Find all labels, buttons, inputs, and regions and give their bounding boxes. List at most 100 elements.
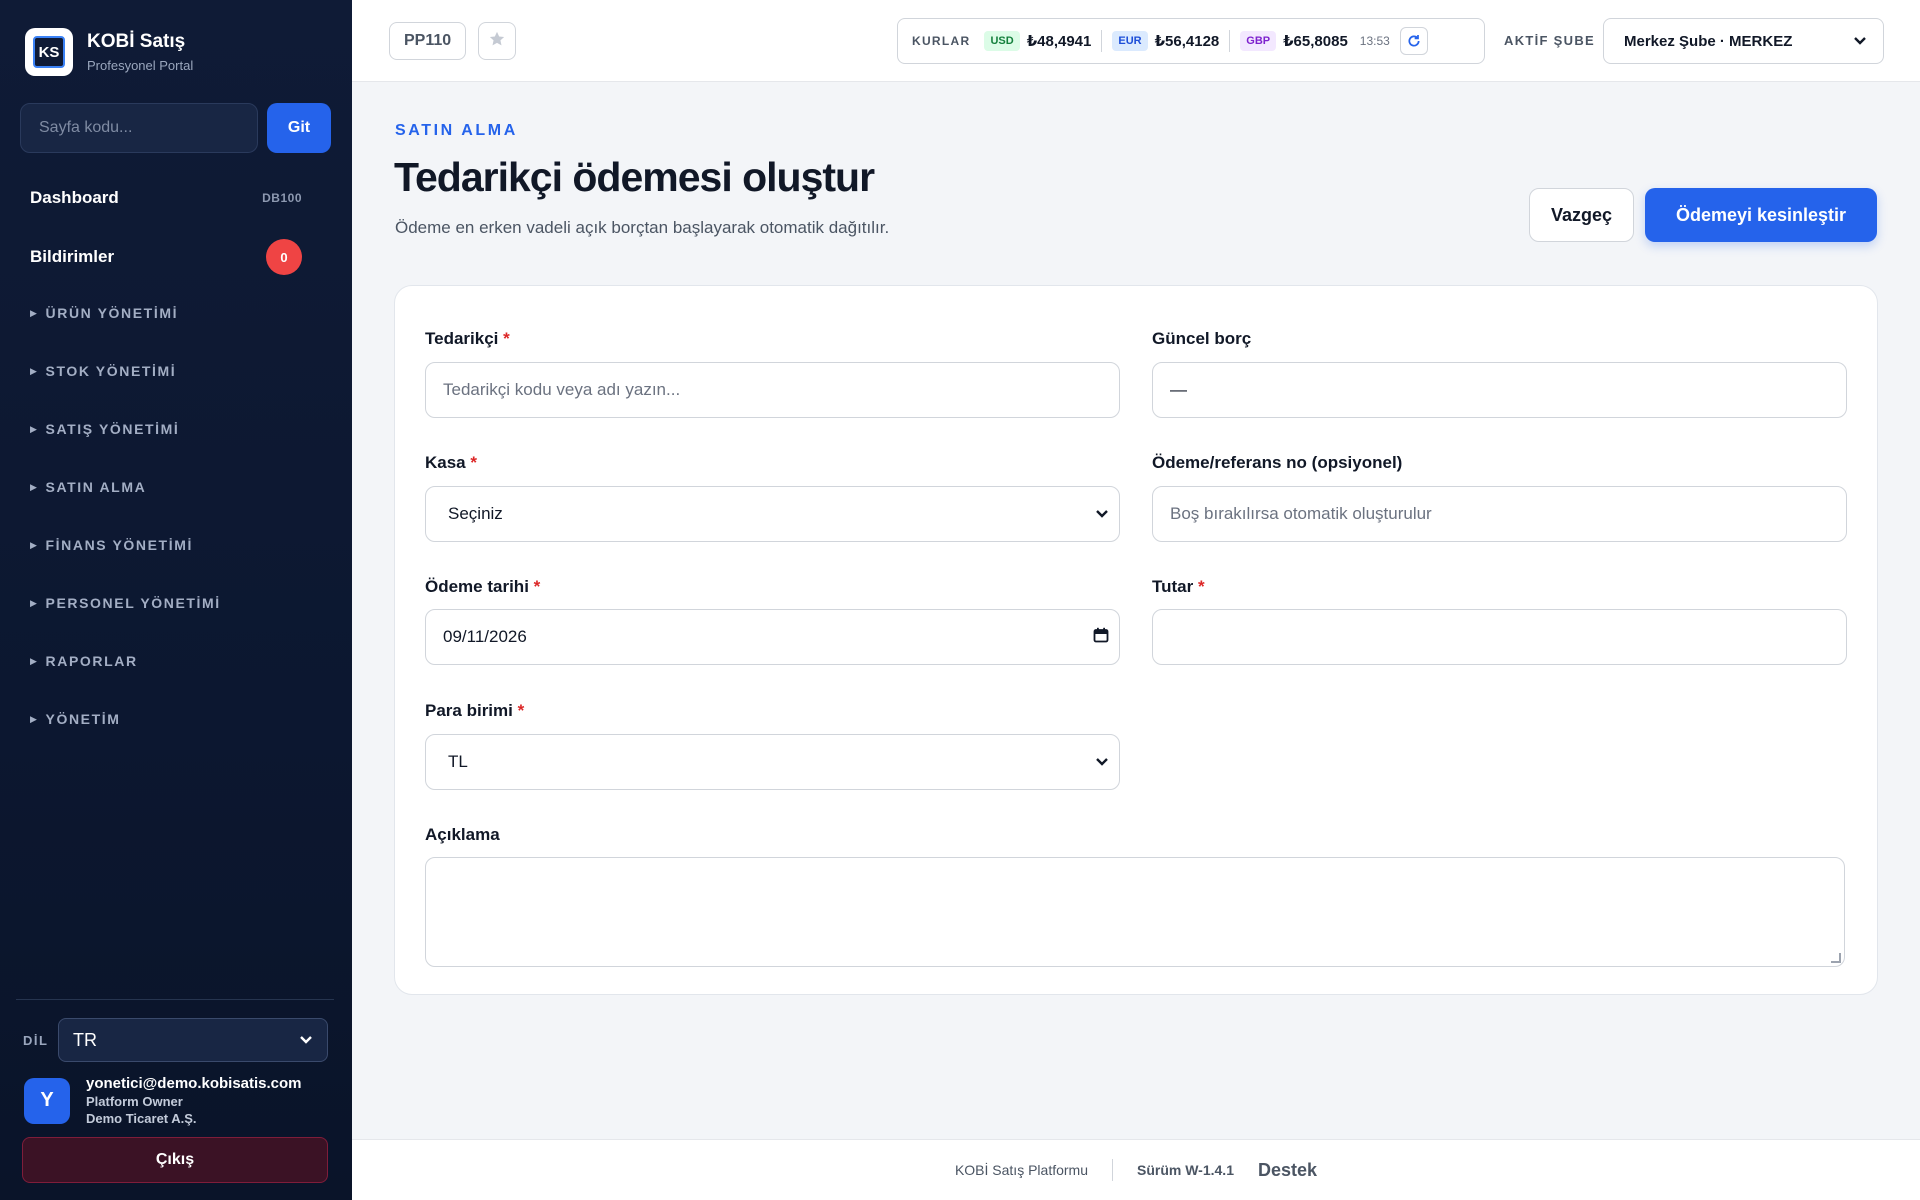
currency-tag-eur: EUR — [1112, 31, 1148, 51]
section-eyebrow: SATIN ALMA — [395, 122, 518, 139]
sidebar-group-label: SATIN ALMA — [45, 479, 147, 495]
sidebar-group-label: SATIŞ YÖNETİMİ — [45, 421, 180, 437]
user-role: Platform Owner — [86, 1094, 183, 1109]
active-branch-select[interactable]: Merkez Şube · MERKEZ — [1603, 18, 1884, 64]
rates-timestamp: 13:53 — [1359, 34, 1390, 48]
sidebar-group-urun-yonetimi[interactable]: ▶ ÜRÜN YÖNETİMİ — [30, 305, 178, 321]
rate-value-gbp: ₺65,8085 — [1283, 33, 1348, 50]
sidebar-group-label: PERSONEL YÖNETİMİ — [45, 595, 221, 611]
sidebar-item-label: Bildirimler — [30, 247, 115, 266]
rate-value-eur: ₺56,4128 — [1154, 33, 1220, 50]
footer-platform-name: KOBİ Satış Platformu — [954, 1162, 1089, 1178]
supplier-search-input[interactable] — [425, 362, 1120, 418]
caret-right-icon: ▶ — [30, 307, 39, 318]
notification-count-badge: 0 — [266, 239, 302, 275]
page-title: Tedarikçi ödemesi oluştur — [394, 154, 875, 200]
payment-date-value: 09/11/2026 — [443, 627, 527, 646]
sidebar-group-satin-alma[interactable]: ▶ SATIN ALMA — [30, 479, 146, 495]
brand[interactable]: KS KOBİ Satış Profesyonel Portal — [25, 28, 193, 76]
support-link[interactable]: Destek — [1258, 1160, 1317, 1181]
divider — [1112, 1159, 1114, 1181]
payment-date-input[interactable]: 09/11/2026 — [425, 609, 1120, 665]
sidebar-group-label: YÖNETİM — [45, 711, 121, 727]
sidebar: KS KOBİ Satış Profesyonel Portal Git Das… — [0, 0, 352, 1200]
reference-no-label: Ödeme/referans no (opsiyonel) — [1152, 453, 1403, 472]
caret-right-icon: ▶ — [30, 655, 39, 666]
sidebar-group-yonetim[interactable]: ▶ YÖNETİM — [30, 711, 121, 727]
payment-date-label: Ödeme tarihi * — [425, 577, 540, 597]
supplier-label: Tedarikçi * — [425, 329, 510, 349]
currency-tag-usd: USD — [984, 31, 1020, 51]
language-label: DİL — [23, 1033, 49, 1048]
rates-label: KURLAR — [912, 34, 971, 48]
description-textarea[interactable] — [425, 857, 1845, 967]
required-mark: * — [1197, 577, 1205, 596]
user-email: yonetici@demo.kobisatis.com — [86, 1075, 302, 1092]
footer: KOBİ Satış Platformu Sürüm W-1.4.1 Deste… — [352, 1139, 1920, 1200]
payment-form-card: Tedarikçi * Güncel borç — Kasa * Seçiniz… — [394, 285, 1878, 995]
chevron-down-icon — [1095, 752, 1109, 772]
required-mark: * — [517, 701, 525, 720]
caret-right-icon: ▶ — [30, 597, 39, 608]
current-debt-label: Güncel borç — [1152, 329, 1252, 348]
caret-right-icon: ▶ — [30, 713, 39, 724]
page-description: Ödeme en erken vadeli açık borçtan başla… — [395, 218, 890, 237]
brand-logo-mark: KS — [33, 36, 65, 68]
page-code-search-input[interactable] — [20, 103, 258, 153]
required-mark: * — [503, 329, 510, 348]
chevron-down-icon — [1853, 33, 1867, 50]
star-icon — [488, 30, 506, 53]
sidebar-divider — [16, 999, 334, 1000]
sidebar-item-label: Dashboard — [30, 188, 119, 207]
sidebar-group-label: STOK YÖNETİMİ — [45, 363, 177, 379]
current-debt-field: — — [1152, 362, 1847, 418]
amount-label: Tutar * — [1152, 577, 1205, 597]
chevron-down-icon — [1095, 504, 1109, 524]
sidebar-item-dashboard[interactable]: Dashboard DB100 — [30, 188, 302, 208]
active-branch-label: AKTİF ŞUBE — [1504, 33, 1595, 48]
topbar: PP110 KURLAR USD ₺48,4941 EUR ₺56,4128 G… — [352, 0, 1920, 82]
sidebar-group-personel-yonetimi[interactable]: ▶ PERSONEL YÖNETİMİ — [30, 595, 221, 611]
refresh-icon — [1408, 35, 1420, 47]
cashbox-value: Seçiniz — [448, 504, 503, 523]
user-profile[interactable]: Y yonetici@demo.kobisatis.com Platform O… — [24, 1075, 302, 1126]
divider — [1101, 30, 1103, 52]
exchange-rates-panel: KURLAR USD ₺48,4941 EUR ₺56,4128 GBP ₺65… — [897, 18, 1485, 64]
payment-date-label-text: Ödeme tarihi — [425, 577, 529, 596]
go-button[interactable]: Git — [267, 103, 331, 153]
description-label: Açıklama — [425, 825, 500, 844]
sidebar-group-satis-yonetimi[interactable]: ▶ SATIŞ YÖNETİMİ — [30, 421, 179, 437]
cashbox-select[interactable]: Seçiniz — [425, 486, 1120, 542]
language-value: TR — [73, 1029, 97, 1050]
logout-button[interactable]: Çıkış — [22, 1137, 328, 1183]
amount-label-text: Tutar — [1152, 577, 1194, 596]
current-debt-value: — — [1170, 380, 1187, 399]
calendar-icon[interactable] — [1093, 627, 1109, 648]
confirm-payment-button[interactable]: Ödemeyi kesinleştir — [1645, 188, 1877, 242]
currency-select[interactable]: TL — [425, 734, 1120, 790]
amount-input[interactable] — [1152, 609, 1847, 665]
brand-subtitle: Profesyonel Portal — [87, 58, 194, 73]
currency-tag-gbp: GBP — [1240, 31, 1277, 51]
brand-logo: KS — [25, 28, 73, 76]
caret-right-icon: ▶ — [30, 539, 39, 550]
sidebar-group-raporlar[interactable]: ▶ RAPORLAR — [30, 653, 138, 669]
sidebar-group-finans-yonetimi[interactable]: ▶ FİNANS YÖNETİMİ — [30, 537, 193, 553]
reference-no-input[interactable] — [1152, 486, 1847, 542]
refresh-rates-button[interactable] — [1399, 27, 1428, 55]
required-mark: * — [470, 453, 477, 472]
sidebar-group-stok-yonetimi[interactable]: ▶ STOK YÖNETİMİ — [30, 363, 176, 379]
currency-value: TL — [448, 752, 468, 771]
cancel-button[interactable]: Vazgeç — [1529, 188, 1634, 242]
cashbox-label-text: Kasa — [425, 453, 466, 472]
resize-handle-icon[interactable] — [1831, 953, 1841, 963]
divider — [1229, 30, 1231, 52]
currency-label: Para birimi * — [425, 701, 524, 721]
language-select[interactable]: TR — [58, 1018, 328, 1062]
brand-name: KOBİ Satış — [87, 31, 186, 52]
user-company: Demo Ticaret A.Ş. — [86, 1111, 197, 1126]
sidebar-item-notifications[interactable]: Bildirimler 0 — [30, 239, 302, 275]
caret-right-icon: ▶ — [30, 365, 39, 376]
favorite-button[interactable] — [478, 22, 516, 60]
active-branch-value: Merkez Şube · MERKEZ — [1624, 32, 1793, 50]
